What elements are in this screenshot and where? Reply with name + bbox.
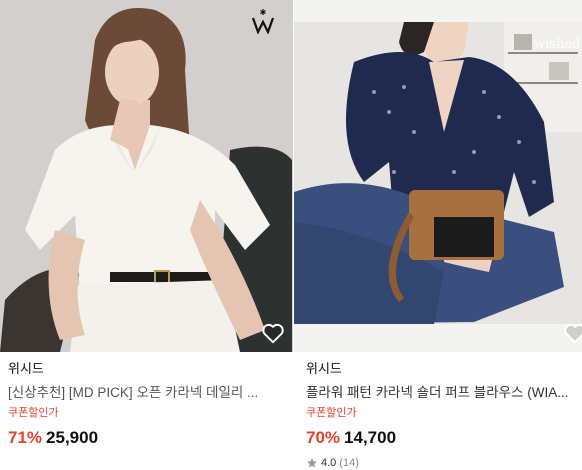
brand-logo-icon: ✱ <box>251 8 275 35</box>
price-row: 70% 14,700 <box>306 427 576 449</box>
favorite-heart-icon[interactable] <box>260 320 286 346</box>
favorite-heart-icon[interactable] <box>562 320 582 346</box>
product-image[interactable]: ✱ <box>0 0 293 352</box>
product-title[interactable]: 플라워 패턴 카라넥 숄더 퍼프 블라우스 (WIA... <box>306 382 576 403</box>
photo-watermark: wished <box>534 37 580 52</box>
discount-rate: 70% <box>306 428 341 447</box>
star-icon <box>307 458 317 468</box>
seller-name[interactable]: 위시드 <box>8 360 287 378</box>
coupon-price-label: 쿠폰할인가 <box>306 407 357 419</box>
rating: 4.0 (14) <box>306 455 576 470</box>
svg-text:✱: ✱ <box>260 8 267 17</box>
product-image[interactable]: wished <box>294 0 582 352</box>
coupon-price-label: 쿠폰할인가 <box>8 407 59 419</box>
sale-price: 25,900 <box>46 428 99 447</box>
product-card[interactable]: wished 위시드 플라워 패턴 카라넥 숄더 퍼프 블라우스 (WIA...… <box>294 0 582 470</box>
product-photo-illustration: wished <box>294 22 582 324</box>
seller-name[interactable]: 위시드 <box>306 360 576 378</box>
product-card[interactable]: ✱ 위시드 [신상추천] [MD PICK] 오픈 카라넥 데일리 ... 쿠폰… <box>0 0 293 470</box>
sale-price: 14,700 <box>344 428 397 447</box>
product-info: 위시드 플라워 패턴 카라넥 숄더 퍼프 블라우스 (WIA... 쿠폰할인가 … <box>306 360 576 470</box>
price-row: 71% 25,900 <box>8 427 287 449</box>
review-count: (14) <box>339 457 359 469</box>
rating-score: 4.0 <box>321 457 337 469</box>
product-photo-illustration <box>0 0 293 352</box>
product-title[interactable]: [신상추천] [MD PICK] 오픈 카라넥 데일리 ... <box>8 382 287 403</box>
product-info: 위시드 [신상추천] [MD PICK] 오픈 카라넥 데일리 ... 쿠폰할인… <box>8 360 287 449</box>
discount-rate: 71% <box>8 428 43 447</box>
